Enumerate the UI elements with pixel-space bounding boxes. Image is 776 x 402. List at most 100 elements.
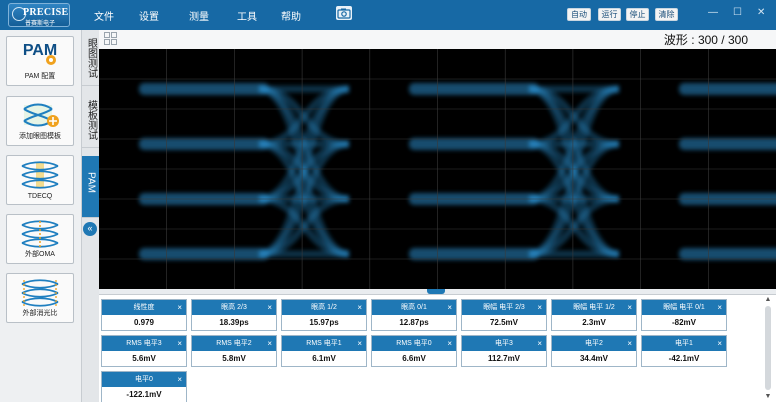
measurement-name-text: 眼幅 电平 1/2 bbox=[573, 304, 615, 311]
maximize-icon[interactable]: ☐ bbox=[733, 7, 742, 18]
minimize-icon[interactable]: — bbox=[708, 7, 718, 18]
remove-measurement-icon[interactable]: × bbox=[267, 336, 272, 351]
remove-measurement-icon[interactable]: × bbox=[447, 300, 452, 315]
menu-file[interactable]: 文件 bbox=[94, 8, 114, 23]
pam-config-icon: PAM bbox=[18, 40, 62, 70]
scroll-up-icon[interactable]: ▲ bbox=[762, 296, 774, 303]
remove-measurement-icon[interactable]: × bbox=[357, 336, 362, 351]
measurement-card[interactable]: RMS 电平1 × 6.1mV bbox=[281, 335, 367, 367]
measurement-value: 12.87ps bbox=[399, 318, 429, 327]
scroll-down-icon[interactable]: ▼ bbox=[762, 393, 774, 400]
remove-measurement-icon[interactable]: × bbox=[627, 336, 632, 351]
remove-measurement-icon[interactable]: × bbox=[357, 300, 362, 315]
layout-grid-icon[interactable] bbox=[104, 32, 117, 47]
measurement-card[interactable]: 电平1 × -42.1mV bbox=[641, 335, 727, 367]
measurement-name-text: 电平2 bbox=[585, 340, 603, 347]
measurement-card[interactable]: 线性度 × 0.979 bbox=[101, 299, 187, 331]
outer-extinction-ratio-button[interactable]: 外部消光比 bbox=[6, 273, 74, 323]
measurement-name-text: 眼高 2/3 bbox=[221, 304, 247, 311]
measurement-card[interactable]: 眼幅 电平 0/1 × -82mV bbox=[641, 299, 727, 331]
eye-diagram-display[interactable] bbox=[99, 49, 776, 289]
measurement-name-text: 线性度 bbox=[133, 304, 155, 311]
pam-config-button[interactable]: PAM PAM 配置 bbox=[6, 36, 74, 86]
remove-measurement-icon[interactable]: × bbox=[537, 336, 542, 351]
measurement-name: RMS 电平1 × bbox=[282, 336, 366, 351]
run-button[interactable]: 运行 bbox=[598, 8, 621, 21]
tab-pam-label: PAM bbox=[85, 172, 97, 193]
remove-measurement-icon[interactable]: × bbox=[717, 336, 722, 351]
stop-button[interactable]: 停止 bbox=[626, 8, 649, 21]
menu-settings[interactable]: 设置 bbox=[139, 8, 159, 23]
measurement-panel: 线性度 × 0.979 眼高 2/3 × 18.39ps 眼高 1/2 × 15.97ps 眼高 … bbox=[99, 294, 776, 402]
measurement-name-text: 电平0 bbox=[135, 376, 153, 383]
measurement-card[interactable]: 眼幅 电平 2/3 × 72.5mV bbox=[461, 299, 547, 331]
measurement-card[interactable]: 眼高 2/3 × 18.39ps bbox=[191, 299, 277, 331]
measurement-name: 电平1 × bbox=[642, 336, 726, 351]
measurement-value: 18.39ps bbox=[219, 318, 249, 327]
measurement-value: 112.7mV bbox=[487, 354, 521, 363]
measurement-value: 0.979 bbox=[133, 318, 155, 327]
tdecq-icon bbox=[18, 160, 62, 192]
tab-pam[interactable]: PAM bbox=[82, 156, 99, 218]
remove-measurement-icon[interactable]: × bbox=[177, 336, 182, 351]
measurement-card[interactable]: 眼高 1/2 × 15.97ps bbox=[281, 299, 367, 331]
measurement-card[interactable]: 眼幅 电平 1/2 × 2.3mV bbox=[551, 299, 637, 331]
measurement-card[interactable]: 电平3 × 112.7mV bbox=[461, 335, 547, 367]
menu-help[interactable]: 帮助 bbox=[281, 8, 301, 23]
measurement-scrollbar[interactable]: ▲ ▼ bbox=[762, 296, 774, 400]
measurement-name-text: RMS 电平1 bbox=[306, 340, 342, 347]
remove-measurement-icon[interactable]: × bbox=[717, 300, 722, 315]
menu-tools[interactable]: 工具 bbox=[237, 8, 257, 23]
app-logo: PRECISE 普赛斯电子 bbox=[8, 3, 70, 27]
outer-oma-button[interactable]: 外部OMA bbox=[6, 214, 74, 264]
measurement-name: 电平3 × bbox=[462, 336, 546, 351]
outer-oma-icon bbox=[18, 219, 62, 251]
measurement-name: 眼幅 电平 1/2 × bbox=[552, 300, 636, 315]
clear-button[interactable]: 清除 bbox=[655, 8, 678, 21]
remove-measurement-icon[interactable]: × bbox=[447, 336, 452, 351]
waveform-count-label: 波形 bbox=[663, 33, 688, 47]
measurement-name-text: 眼高 0/1 bbox=[401, 304, 427, 311]
tab-mask-test-label: 模板测试 bbox=[85, 100, 97, 140]
vertical-tab-strip: 眼图测试 模板测试 PAM bbox=[82, 30, 99, 402]
collapse-panel-icon[interactable]: « bbox=[83, 222, 97, 236]
tab-eye-test[interactable]: 眼图测试 bbox=[82, 34, 99, 86]
measurement-value: 6.6mV bbox=[402, 354, 426, 363]
remove-measurement-icon[interactable]: × bbox=[177, 300, 182, 315]
menu-measure[interactable]: 测量 bbox=[189, 8, 209, 23]
measurement-card[interactable]: 眼高 0/1 × 12.87ps bbox=[371, 299, 457, 331]
measurement-card[interactable]: RMS 电平2 × 5.8mV bbox=[191, 335, 277, 367]
tab-mask-test[interactable]: 模板测试 bbox=[82, 96, 99, 148]
tdecq-button[interactable]: TDECQ bbox=[6, 155, 74, 205]
measurement-card[interactable]: 电平0 × -122.1mV bbox=[101, 371, 187, 402]
remove-measurement-icon[interactable]: × bbox=[267, 300, 272, 315]
outer-extinction-ratio-icon bbox=[18, 278, 62, 310]
measurement-card[interactable]: RMS 电平0 × 6.6mV bbox=[371, 335, 457, 367]
waveform-count: 波形 : 300 / 300 bbox=[663, 33, 748, 47]
measurement-name-text: 电平1 bbox=[675, 340, 693, 347]
auto-button[interactable]: 自动 bbox=[567, 8, 591, 21]
scroll-track[interactable] bbox=[765, 306, 771, 390]
measurement-name: RMS 电平2 × bbox=[192, 336, 276, 351]
close-icon[interactable]: ✕ bbox=[757, 7, 765, 18]
outer-oma-label: 外部OMA bbox=[25, 251, 55, 258]
measurement-name-text: 电平3 bbox=[495, 340, 513, 347]
measurement-card[interactable]: RMS 电平3 × 5.6mV bbox=[101, 335, 187, 367]
waveform-count-value: 300 / 300 bbox=[697, 33, 748, 47]
measurement-name: 眼高 1/2 × bbox=[282, 300, 366, 315]
measurement-value: 5.8mV bbox=[222, 354, 246, 363]
add-eye-mask-button[interactable]: 添加眼图模板 bbox=[6, 96, 74, 146]
measurement-value: 15.97ps bbox=[309, 318, 339, 327]
measurement-value: 5.6mV bbox=[132, 354, 156, 363]
measurement-value: -122.1mV bbox=[126, 390, 162, 399]
measurement-value: 72.5mV bbox=[489, 318, 519, 327]
tdecq-label: TDECQ bbox=[27, 193, 53, 200]
measurement-value: -82mV bbox=[671, 318, 696, 327]
remove-measurement-icon[interactable]: × bbox=[177, 372, 182, 387]
remove-measurement-icon[interactable]: × bbox=[537, 300, 542, 315]
measurement-card[interactable]: 电平2 × 34.4mV bbox=[551, 335, 637, 367]
measurement-name-text: RMS 电平2 bbox=[216, 340, 252, 347]
remove-measurement-icon[interactable]: × bbox=[627, 300, 632, 315]
left-toolbar: PAM PAM 配置 添加眼图模板 TDECQ 外部OMA 外部消光比 bbox=[0, 30, 82, 402]
camera-icon[interactable] bbox=[336, 6, 352, 20]
